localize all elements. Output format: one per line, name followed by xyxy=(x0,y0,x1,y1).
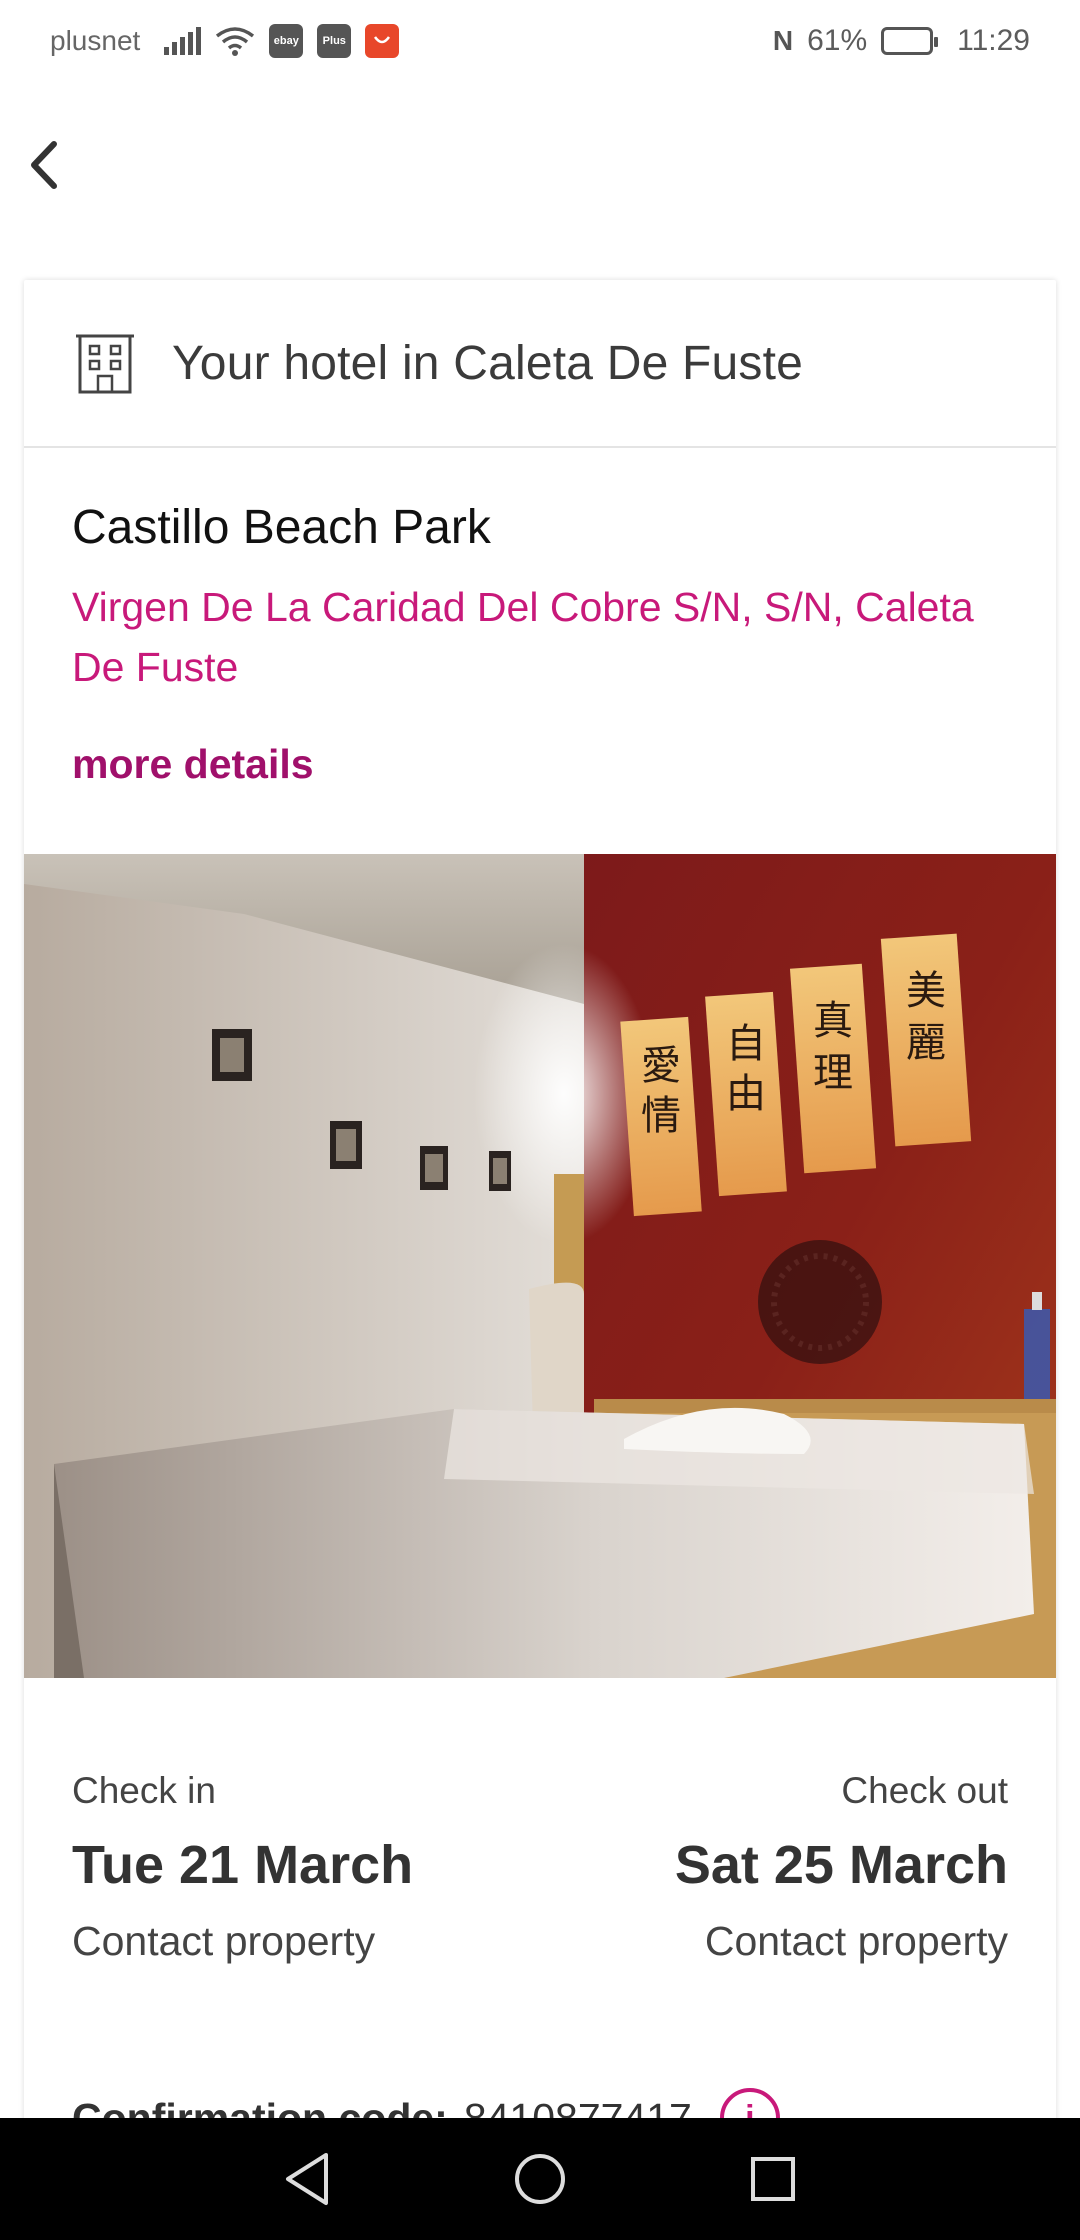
scroll-text-2b: 由 xyxy=(726,1071,766,1117)
nav-recents-button[interactable] xyxy=(733,2139,813,2219)
check-out-date: Sat 25 March xyxy=(674,1835,1008,1895)
card-title: Your hotel in Caleta De Fuste xyxy=(172,336,804,390)
clock: 11:29 xyxy=(957,24,1030,57)
check-in-date: Tue 21 March xyxy=(72,1835,414,1895)
status-left: plusnet ebay Plus xyxy=(50,24,400,58)
scroll-text-4: 美 xyxy=(906,968,946,1014)
nav-home-button[interactable] xyxy=(500,2139,580,2219)
scroll-text-3: 真 xyxy=(813,998,853,1044)
check-out-time: Contact property xyxy=(704,1918,1008,1964)
triangle-back-icon xyxy=(285,2153,328,2205)
chevron-left-icon xyxy=(31,141,57,189)
hotel-photo-image: 愛 情 自 由 真 理 美 麗 xyxy=(24,854,1056,1678)
check-in: Check in Tue 21 March Contact property xyxy=(72,1770,413,1965)
square-recents-icon xyxy=(751,2157,796,2201)
hotel-building-icon xyxy=(76,334,134,394)
carrier-name: plusnet xyxy=(50,25,141,56)
nfc-icon: N xyxy=(772,25,794,56)
aliexpress-app-icon xyxy=(365,24,400,58)
status-right: N 61% 11:29 xyxy=(773,24,1030,58)
dates-section: Check in Tue 21 March Contact property C… xyxy=(72,1770,1008,1965)
check-out-label: Check out xyxy=(841,1770,1008,1811)
card-header: Your hotel in Caleta De Fuste xyxy=(24,280,1056,448)
check-in-label: Check in xyxy=(72,1770,216,1811)
hotel-name: Castillo Beach Park xyxy=(72,501,491,554)
plus-app-icon: Plus xyxy=(317,24,352,58)
scroll-text-1: 愛 xyxy=(641,1043,681,1089)
battery-icon xyxy=(881,27,939,55)
scroll-text-2: 自 xyxy=(726,1021,766,1067)
check-out: Check out Sat 25 March Contact property xyxy=(675,1770,1008,1965)
more-details-link[interactable]: more details xyxy=(72,741,314,788)
wifi-icon xyxy=(216,27,255,56)
system-nav-bar xyxy=(0,2118,1080,2240)
circle-home-icon xyxy=(514,2154,565,2204)
scroll-text-3b: 理 xyxy=(813,1050,853,1096)
back-button[interactable] xyxy=(18,135,68,195)
hotel-photo[interactable]: 愛 情 自 由 真 理 美 麗 xyxy=(24,854,1056,1678)
scroll-text-4b: 麗 xyxy=(906,1020,946,1066)
hotel-address[interactable]: Virgen De La Caridad Del Cobre S/N, S/N,… xyxy=(72,577,1008,697)
scroll-text-1b: 情 xyxy=(641,1093,681,1139)
signal-icon xyxy=(164,27,202,55)
hotel-card: Your hotel in Caleta De Fuste Castillo B… xyxy=(24,280,1056,2240)
battery-percent: 61% xyxy=(807,24,868,57)
nav-back-button[interactable] xyxy=(267,2139,347,2219)
ebay-app-icon: ebay xyxy=(269,24,304,58)
status-bar: plusnet ebay Plus N 61% 11:29 xyxy=(0,0,1080,82)
hotel-info: Castillo Beach Park Virgen De La Caridad… xyxy=(24,448,1056,788)
check-in-time: Contact property xyxy=(72,1918,376,1964)
